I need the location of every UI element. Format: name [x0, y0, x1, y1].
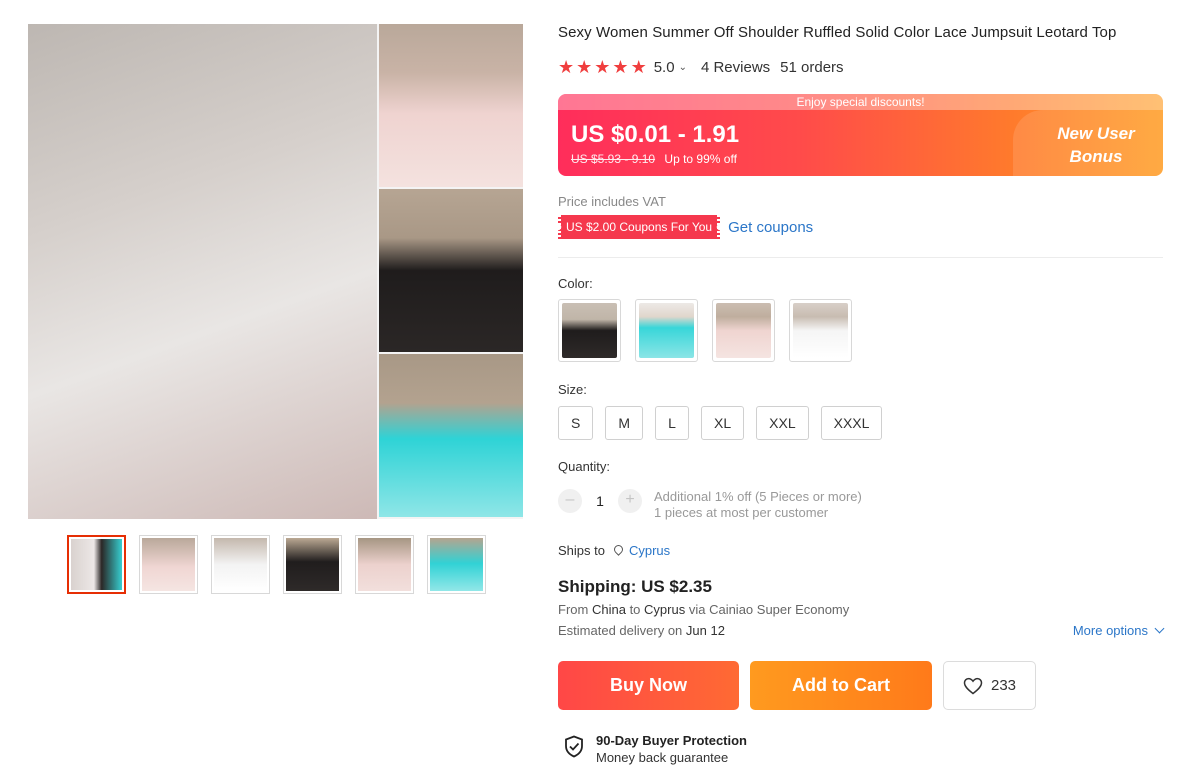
location-pin-icon — [614, 545, 623, 557]
size-option-xxl[interactable]: XXL — [756, 406, 809, 440]
size-options: S M L XL XXL XXXL — [558, 406, 883, 440]
rating-value[interactable]: 5.0 — [654, 59, 675, 76]
estimated-delivery: Estimated delivery on Jun 12 — [558, 623, 725, 638]
divider — [558, 257, 1163, 258]
star-icon: ★ — [630, 57, 647, 77]
get-coupons-link[interactable]: Get coupons — [728, 219, 813, 236]
promo-line-1: New User — [1057, 124, 1135, 143]
route-destination: Cyprus — [644, 602, 686, 617]
size-option-s[interactable]: S — [558, 406, 594, 440]
thumbnail-3[interactable] — [211, 535, 270, 594]
main-photo-white-variant — [28, 24, 377, 519]
color-option-pink[interactable] — [712, 299, 775, 362]
route-origin: China — [591, 602, 626, 617]
new-user-bonus-badge[interactable]: New User Bonus — [1051, 122, 1141, 168]
coupon-row: US $2.00 Coupons For You Get coupons — [558, 215, 813, 239]
product-title: Sexy Women Summer Off Shoulder Ruffled S… — [558, 24, 1117, 41]
route-carrier: via Cainiao Super Economy — [688, 602, 850, 617]
main-photo-pink-variant — [377, 24, 523, 189]
thumbnail-4[interactable] — [283, 535, 342, 594]
price-banner: Enjoy special discounts! US $0.01 - 1.91… — [558, 94, 1163, 176]
wishlist-button[interactable]: 233 — [943, 661, 1036, 710]
quantity-increase-button[interactable]: + — [618, 489, 642, 513]
shield-check-icon — [565, 735, 583, 758]
quantity-stepper: – 1 + Additional 1% off (5 Pieces or mor… — [558, 489, 862, 521]
route-to-label: to — [629, 602, 641, 617]
main-photo-variant-column — [377, 24, 523, 519]
price-subline: US $5.93 - 9.10 Up to 99% off — [571, 152, 737, 166]
route-from-label: From — [558, 602, 589, 617]
thumbnail-1[interactable] — [67, 535, 126, 594]
delivery-label: Estimated delivery on — [558, 623, 683, 638]
main-photo-aqua-variant — [377, 354, 523, 519]
discount-strip: Enjoy special discounts! — [558, 94, 1163, 110]
color-option-white[interactable] — [789, 299, 852, 362]
more-options-label: More options — [1072, 623, 1148, 638]
size-option-xl[interactable]: XL — [701, 406, 745, 440]
star-icon: ★ — [558, 57, 575, 77]
buyer-protection: 90-Day Buyer Protection Money back guara… — [564, 733, 747, 766]
vat-note: Price includes VAT — [558, 194, 666, 209]
quantity-note: Additional 1% off (5 Pieces or more) 1 p… — [654, 489, 862, 521]
thumbnail-strip — [67, 535, 486, 594]
star-icon: ★ — [594, 57, 611, 77]
ships-to-destination[interactable]: Cyprus — [629, 543, 670, 558]
quantity-value[interactable]: 1 — [582, 489, 618, 513]
coupon-tag[interactable]: US $2.00 Coupons For You — [558, 215, 721, 239]
rating-row: ★ ★ ★ ★ ★ 5.0 ⌄ 4 Reviews 51 orders — [558, 58, 844, 76]
rating-stars: ★ ★ ★ ★ ★ — [558, 58, 647, 76]
ships-to-label: Ships to — [558, 543, 605, 558]
size-option-l[interactable]: L — [655, 406, 690, 440]
add-to-cart-button[interactable]: Add to Cart — [750, 661, 932, 710]
quantity-label: Quantity: — [558, 459, 611, 474]
shipping-route: From China to Cyprus via Cainiao Super E… — [558, 602, 849, 617]
size-label: Size: — [558, 382, 587, 397]
heart-icon — [963, 677, 983, 694]
wishlist-count: 233 — [990, 677, 1017, 694]
promo-line-2: Bonus — [1069, 147, 1123, 166]
quantity-decrease-button[interactable]: – — [558, 489, 582, 513]
main-product-image[interactable] — [28, 24, 523, 519]
color-option-black[interactable] — [558, 299, 621, 362]
main-photo-black-variant — [377, 189, 523, 354]
purchase-limit-note: 1 pieces at most per customer — [654, 505, 829, 520]
thumbnail-6[interactable] — [427, 535, 486, 594]
color-option-aqua[interactable] — [635, 299, 698, 362]
original-price: US $5.93 - 9.10 — [571, 152, 656, 166]
bulk-discount-note: Additional 1% off (5 Pieces or more) — [654, 489, 862, 504]
buy-now-button[interactable]: Buy Now — [558, 661, 739, 710]
color-options — [558, 299, 852, 362]
ships-to-row: Ships to Cyprus — [558, 543, 670, 558]
delivery-date: Jun 12 — [685, 623, 725, 638]
color-label: Color: — [558, 276, 593, 291]
shipping-price: Shipping: US $2.35 — [558, 577, 712, 596]
orders-count: 51 orders — [780, 58, 844, 76]
discount-percent: Up to 99% off — [664, 152, 737, 166]
current-price: US $0.01 - 1.91 — [571, 121, 740, 148]
reviews-link[interactable]: 4 Reviews — [701, 59, 770, 76]
thumbnail-2[interactable] — [139, 535, 198, 594]
protection-title: 90-Day Buyer Protection — [596, 733, 747, 748]
size-option-m[interactable]: M — [605, 406, 644, 440]
protection-subtitle: Money back guarantee — [596, 750, 729, 765]
thumbnail-5[interactable] — [355, 535, 414, 594]
star-icon: ★ — [576, 57, 593, 77]
size-option-xxxl[interactable]: XXXL — [820, 406, 883, 440]
chevron-down-icon — [1154, 623, 1165, 634]
chevron-down-icon[interactable]: ⌄ — [679, 62, 687, 73]
more-shipping-options-link[interactable]: More options — [1072, 623, 1165, 638]
star-icon: ★ — [612, 57, 629, 77]
